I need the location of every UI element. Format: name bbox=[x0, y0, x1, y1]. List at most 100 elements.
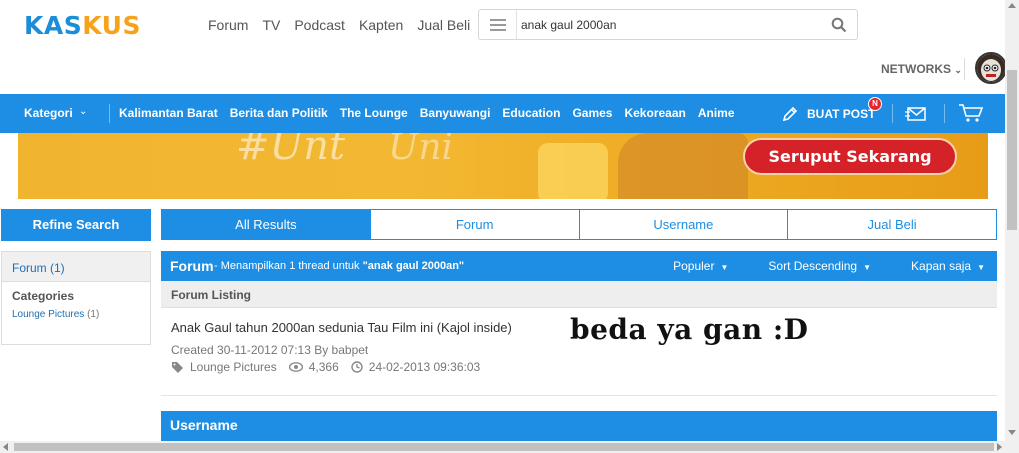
avatar-face-icon bbox=[977, 54, 1005, 82]
nav-divider bbox=[944, 104, 945, 123]
clock-icon bbox=[351, 361, 363, 373]
banner-cup-image bbox=[538, 143, 608, 199]
scroll-right-arrow-icon[interactable] bbox=[997, 443, 1002, 451]
sort-popular-label: Populer bbox=[673, 259, 715, 273]
vertical-scrollbar[interactable] bbox=[1005, 0, 1019, 441]
forum-listing-heading: Forum Listing bbox=[161, 281, 997, 308]
sort-popular-dropdown[interactable]: Populer ▼ bbox=[653, 259, 728, 273]
category-link-banyuwangi[interactable]: Banyuwangi bbox=[420, 106, 491, 120]
category-filter-count: (1) bbox=[87, 309, 100, 320]
category-link-kalimantan-barat[interactable]: Kalimantan Barat bbox=[119, 106, 218, 120]
page: KASKUS Forum TV Podcast Kapten Jual Beli… bbox=[0, 0, 1019, 453]
thread-last-updated-value: 24-02-2013 09:36:03 bbox=[368, 360, 481, 374]
scroll-left-arrow-icon[interactable] bbox=[3, 443, 8, 451]
subtitle-query: "anak gaul 2000an" bbox=[362, 260, 465, 272]
scroll-up-arrow-icon[interactable] bbox=[1008, 3, 1016, 8]
logo-text-part1: KAS bbox=[24, 11, 83, 40]
nav-podcast[interactable]: Podcast bbox=[294, 17, 345, 33]
eye-icon bbox=[288, 362, 303, 372]
sort-time-label: Kapan saja bbox=[911, 259, 972, 273]
forum-filter-link[interactable]: Forum (1) bbox=[2, 252, 150, 282]
thread-category[interactable]: Lounge Pictures bbox=[171, 360, 277, 374]
search-input[interactable] bbox=[521, 14, 821, 35]
tag-icon bbox=[172, 362, 183, 373]
tab-all-results[interactable]: All Results bbox=[162, 210, 370, 239]
thread-views: 4,366 bbox=[288, 360, 339, 374]
category-nav: Kategori ⌄ Kalimantan Barat Berita dan P… bbox=[0, 94, 1005, 133]
search-icon[interactable] bbox=[831, 17, 847, 33]
networks-label: NETWORKS bbox=[881, 62, 951, 76]
horizontal-scrollbar[interactable] bbox=[0, 441, 1019, 453]
subtitle-prefix: - Menampilkan 1 thread untuk bbox=[214, 260, 363, 272]
caret-down-icon: ▼ bbox=[720, 263, 729, 272]
sort-controls: Populer ▼ Sort Descending ▼ Kapan saja ▼ bbox=[633, 259, 985, 273]
chevron-down-icon: ⌄ bbox=[954, 65, 962, 75]
caret-down-icon: ▼ bbox=[977, 263, 985, 272]
sort-order-label: Sort Descending bbox=[768, 259, 858, 273]
horizontal-scroll-thumb[interactable] bbox=[14, 443, 994, 451]
mail-icon[interactable] bbox=[905, 106, 927, 122]
notification-badge: N bbox=[868, 97, 882, 111]
top-header: KASKUS Forum TV Podcast Kapten Jual Beli… bbox=[0, 0, 1007, 94]
networks-dropdown[interactable]: NETWORKS ⌄ bbox=[881, 62, 962, 76]
top-nav: Forum TV Podcast Kapten Jual Beli bbox=[208, 17, 484, 33]
vertical-scroll-thumb[interactable] bbox=[1007, 70, 1017, 230]
caret-down-icon: ▼ bbox=[863, 263, 872, 272]
scroll-down-arrow-icon[interactable] bbox=[1008, 430, 1016, 435]
thread-last-updated: 24-02-2013 09:36:03 bbox=[351, 360, 480, 374]
overlay-caption: beda ya gan :D bbox=[570, 313, 809, 346]
category-link-games[interactable]: Games bbox=[572, 106, 612, 120]
logo-text-part2: KUS bbox=[82, 11, 141, 40]
category-link-kekoreaan[interactable]: Kekoreaan bbox=[624, 106, 685, 120]
username-section-header: Username bbox=[161, 411, 997, 441]
search-divider bbox=[516, 10, 517, 39]
chevron-down-icon: ⌄ bbox=[79, 106, 88, 117]
avatar[interactable] bbox=[975, 52, 1007, 84]
buat-post-label: BUAT POST bbox=[807, 107, 876, 121]
seruput-sekarang-button[interactable]: Seruput Sekarang bbox=[743, 138, 957, 175]
category-filter-label: Lounge Pictures bbox=[12, 309, 85, 320]
category-link-education[interactable]: Education bbox=[502, 106, 560, 120]
thread-category-label: Lounge Pictures bbox=[190, 360, 277, 374]
category-link-berita-politik[interactable]: Berita dan Politik bbox=[230, 106, 328, 120]
thread-result: Anak Gaul tahun 2000an sedunia Tau Film … bbox=[161, 308, 997, 396]
promo-banner[interactable]: #Unt Uni Seruput Sekarang bbox=[18, 133, 988, 199]
forum-section-subtitle: - Menampilkan 1 thread untuk "anak gaul … bbox=[214, 260, 464, 272]
search-bar bbox=[478, 9, 858, 40]
tab-jual-beli[interactable]: Jual Beli bbox=[787, 210, 996, 239]
banner-deco-text: #Unt bbox=[236, 133, 346, 169]
forum-section-header: Forum - Menampilkan 1 thread untuk "anak… bbox=[161, 251, 997, 281]
kategori-dropdown[interactable]: Kategori bbox=[24, 106, 73, 120]
thread-meta: Lounge Pictures 4,366 24-02-2013 09:36:0… bbox=[171, 360, 492, 374]
result-tabs: All Results Forum Username Jual Beli bbox=[161, 209, 997, 240]
nav-jual-beli[interactable]: Jual Beli bbox=[417, 17, 470, 33]
refine-panel: Forum (1) Categories Lounge Pictures (1) bbox=[1, 251, 151, 345]
tab-username[interactable]: Username bbox=[578, 210, 788, 239]
header-divider bbox=[964, 58, 965, 80]
tab-forum[interactable]: Forum bbox=[369, 210, 579, 239]
categories-heading: Categories bbox=[12, 289, 75, 303]
banner-deco-text: Uni bbox=[388, 133, 454, 168]
forum-section-title: Forum bbox=[170, 258, 214, 274]
category-link-the-lounge[interactable]: The Lounge bbox=[340, 106, 408, 120]
hamburger-menu-icon[interactable] bbox=[487, 17, 509, 33]
thread-title-link[interactable]: Anak Gaul tahun 2000an sedunia Tau Film … bbox=[171, 320, 512, 335]
kaskus-logo[interactable]: KASKUS bbox=[24, 11, 141, 40]
sort-time-dropdown[interactable]: Kapan saja ▼ bbox=[891, 259, 985, 273]
nav-forum[interactable]: Forum bbox=[208, 17, 248, 33]
thread-created-info: Created 30-11-2012 07:13 By babpet bbox=[171, 343, 369, 357]
category-links: Kalimantan Barat Berita dan Politik The … bbox=[119, 106, 747, 120]
nav-divider bbox=[892, 104, 893, 123]
nav-kapten[interactable]: Kapten bbox=[359, 17, 403, 33]
thread-views-count: 4,366 bbox=[308, 360, 339, 374]
category-link-anime[interactable]: Anime bbox=[698, 106, 735, 120]
cart-icon[interactable] bbox=[958, 103, 984, 123]
refine-search-button[interactable]: Refine Search bbox=[1, 209, 151, 241]
banner-hand-image bbox=[618, 133, 748, 199]
sort-order-dropdown[interactable]: Sort Descending ▼ bbox=[748, 259, 871, 273]
buat-post-button[interactable]: BUAT POST bbox=[781, 105, 875, 123]
pencil-icon bbox=[782, 106, 798, 122]
nav-divider bbox=[109, 104, 110, 123]
category-filter-link[interactable]: Lounge Pictures (1) bbox=[12, 309, 99, 320]
nav-tv[interactable]: TV bbox=[262, 17, 280, 33]
